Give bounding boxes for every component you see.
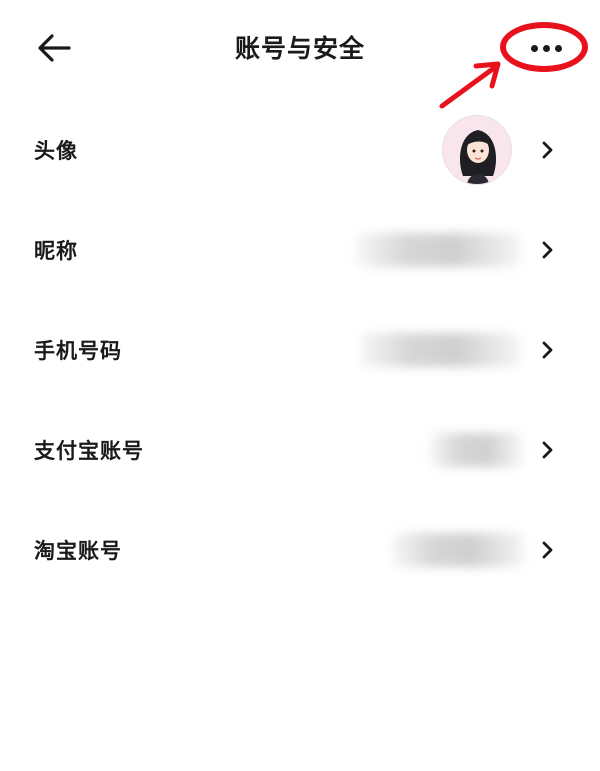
row-label: 手机号码: [34, 339, 122, 363]
row-label: 支付宝账号: [34, 439, 144, 463]
chevron-right-icon: [542, 441, 553, 459]
obscured-value: [356, 233, 520, 267]
chevron-right-icon: [542, 341, 553, 359]
obscured-value: [392, 533, 524, 567]
obscured-value: [360, 333, 520, 367]
account-security-screen: 账号与安全 头像 昵称 手机号码 支付宝账号 淘宝账号: [0, 0, 600, 771]
nav-header: 账号与安全: [0, 0, 600, 109]
avatar[interactable]: [442, 115, 512, 185]
row-nickname[interactable]: 昵称: [0, 200, 600, 300]
row-label: 头像: [34, 139, 78, 163]
row-taobao-account[interactable]: 淘宝账号: [0, 500, 600, 600]
row-label: 昵称: [34, 239, 78, 263]
row-label: 淘宝账号: [34, 539, 122, 563]
chevron-right-icon: [542, 141, 553, 159]
settings-list: 头像 昵称 手机号码 支付宝账号 淘宝账号: [0, 100, 600, 600]
chevron-right-icon: [542, 241, 553, 259]
row-phone-number[interactable]: 手机号码: [0, 300, 600, 400]
row-avatar[interactable]: 头像: [0, 100, 600, 200]
obscured-value: [430, 433, 522, 467]
avatar-illustration: [443, 116, 511, 184]
row-alipay-account[interactable]: 支付宝账号: [0, 400, 600, 500]
more-horizontal-icon: [530, 44, 562, 52]
more-options-button[interactable]: [508, 26, 584, 70]
chevron-right-icon: [542, 541, 553, 559]
